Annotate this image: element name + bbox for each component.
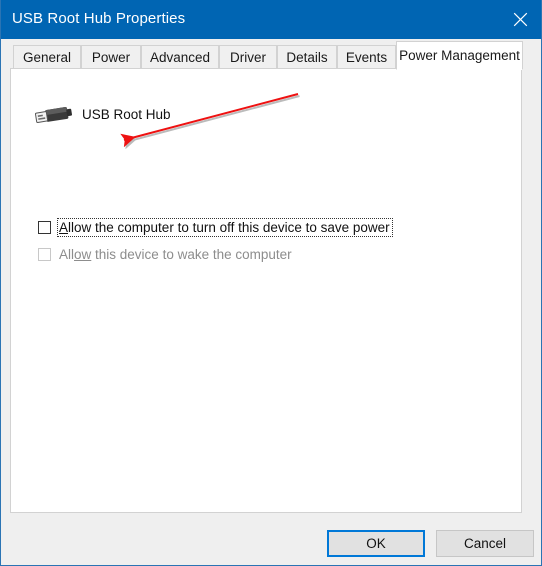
checkbox-turn-off-device[interactable] xyxy=(38,220,51,234)
accelerator-char: ow xyxy=(74,246,92,262)
tab-events[interactable]: Events xyxy=(337,45,396,68)
close-icon xyxy=(513,12,528,27)
tab-power[interactable]: Power xyxy=(81,45,141,68)
tab-general[interactable]: General xyxy=(13,45,81,68)
tab-strip: General Power Advanced Driver Details Events P… xyxy=(1,39,541,70)
label-text: llow the computer to turn off this devic… xyxy=(68,219,390,235)
usb-root-hub-properties-dialog: USB Root Hub Properties General Power Adva… xyxy=(0,0,542,566)
close-button[interactable] xyxy=(497,0,541,39)
window-title: USB Root Hub Properties xyxy=(12,10,186,27)
label-text-prefix: All xyxy=(59,246,75,262)
usb-connector-icon xyxy=(30,102,76,130)
tab-advanced[interactable]: Advanced xyxy=(141,45,219,68)
option-row-turn-off-device[interactable]: Allow the computer to turn off this devi… xyxy=(38,217,393,237)
checkbox-label-wake-computer: Allow this device to wake the computer xyxy=(58,246,294,263)
tab-details[interactable]: Details xyxy=(277,45,337,68)
checkbox-label-turn-off-device[interactable]: Allow the computer to turn off this devi… xyxy=(57,217,393,237)
ok-button[interactable]: OK xyxy=(327,530,425,557)
device-header: USB Root Hub xyxy=(11,85,521,123)
accelerator-char: A xyxy=(59,219,69,235)
tab-driver[interactable]: Driver xyxy=(219,45,277,68)
checkbox-wake-computer xyxy=(38,247,51,261)
cancel-button[interactable]: Cancel xyxy=(436,530,534,557)
option-row-wake-computer: Allow this device to wake the computer xyxy=(38,244,294,264)
title-bar: USB Root Hub Properties xyxy=(1,0,541,39)
tab-power-management[interactable]: Power Management xyxy=(396,41,523,70)
tab-content-panel: USB Root Hub Allow the computer to turn … xyxy=(10,68,522,513)
label-text: this device to wake the computer xyxy=(91,246,292,262)
device-name-label: USB Root Hub xyxy=(82,107,171,122)
